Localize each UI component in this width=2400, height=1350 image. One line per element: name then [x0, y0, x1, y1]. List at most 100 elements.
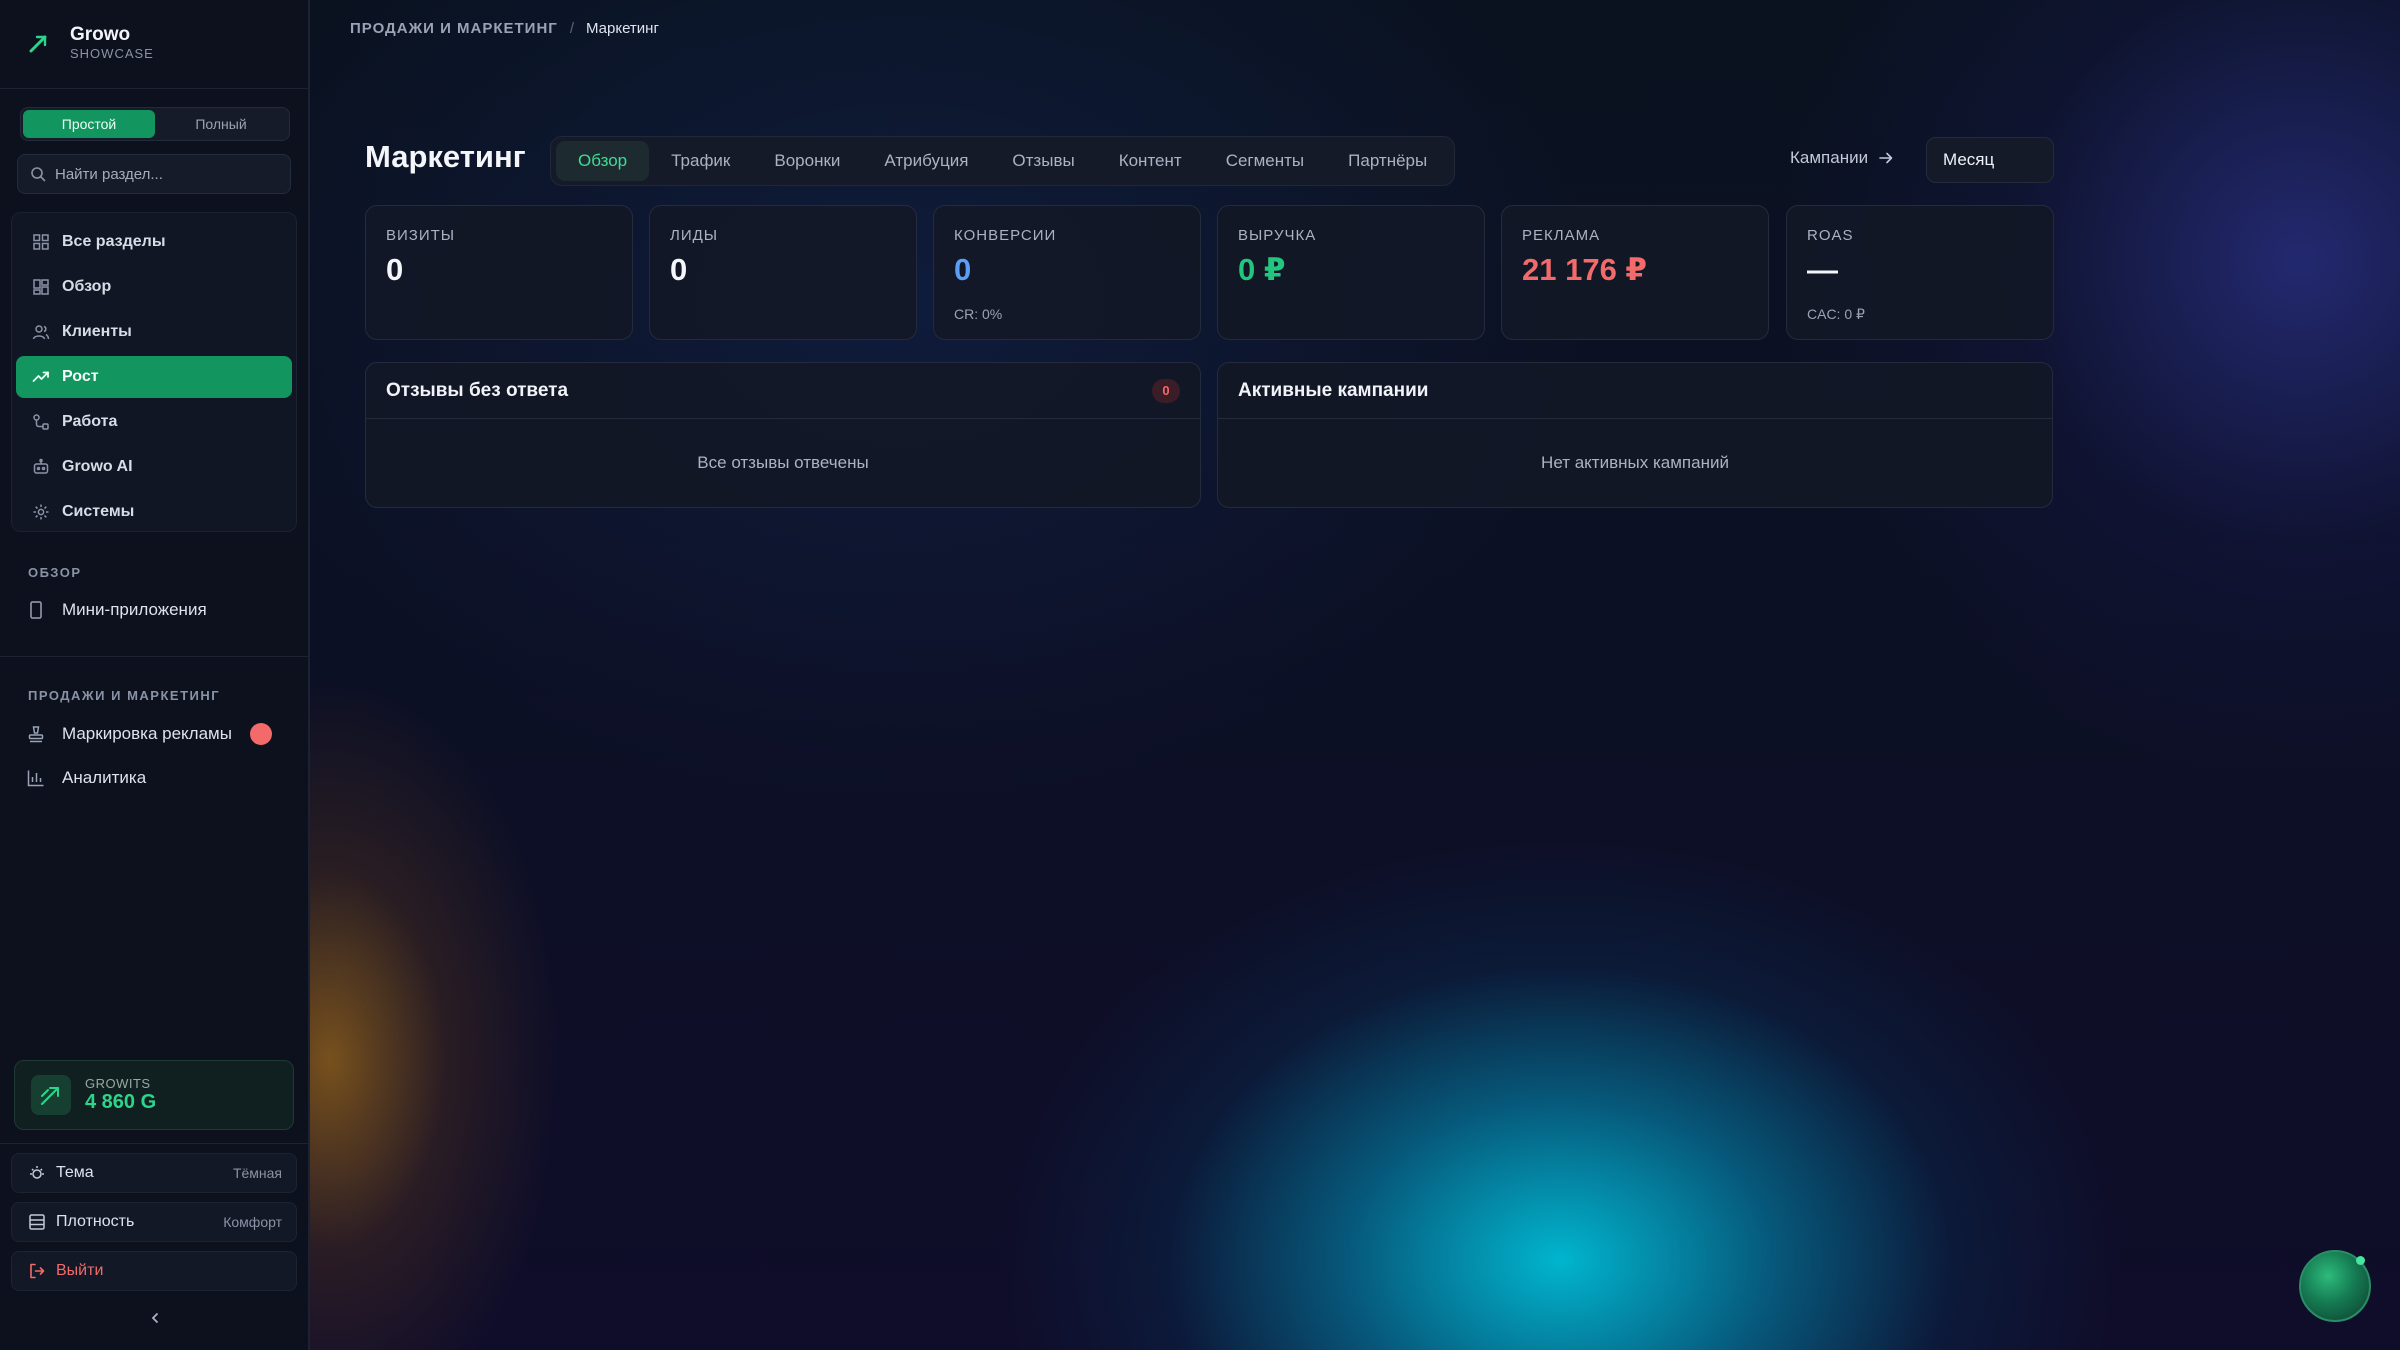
- kpi-label: РЕКЛАМА: [1522, 227, 1601, 244]
- theme-setting[interactable]: Тема Тёмная: [11, 1153, 297, 1193]
- kpi-subtext: CAC: 0 ₽: [1807, 306, 1865, 322]
- gear-icon: [32, 503, 50, 521]
- side-link-mini-apps[interactable]: Мини-приложения: [26, 600, 207, 620]
- tab-overview[interactable]: Обзор: [556, 141, 650, 181]
- kpi-value: —: [1807, 252, 1838, 287]
- breadcrumb-parent[interactable]: ПРОДАЖИ И МАРКЕТИНГ: [350, 20, 558, 37]
- breadcrumb-current: Маркетинг: [585, 20, 659, 37]
- tab-attribution[interactable]: Атрибуция: [862, 141, 990, 181]
- search-input[interactable]: [55, 165, 275, 183]
- assistant-orb-button[interactable]: [2299, 1250, 2371, 1322]
- panel-title: Активные кампании: [1238, 379, 1429, 401]
- nav-item-systems[interactable]: Системы: [16, 491, 292, 533]
- users-icon: [32, 323, 50, 341]
- divider: [0, 1143, 308, 1144]
- collapse-sidebar-button[interactable]: [140, 1306, 170, 1330]
- density-label: Плотность: [56, 1213, 135, 1230]
- side-link-label: Мини-приложения: [62, 600, 207, 619]
- logout-button[interactable]: Выйти: [11, 1251, 297, 1291]
- theme-icon: [28, 1164, 46, 1182]
- kpi-card-leads: ЛИДЫ 0: [649, 205, 917, 340]
- nav-item-work[interactable]: Работа: [16, 401, 292, 443]
- nav-item-growo-ai[interactable]: Growo AI: [16, 446, 292, 488]
- kpi-card-conversions: КОНВЕРСИИ 0 CR: 0%: [933, 205, 1201, 340]
- bot-icon: [32, 458, 50, 476]
- growits-label: GROWITS: [85, 1076, 151, 1091]
- panel-header: Активные кампании: [1218, 363, 2052, 419]
- growits-value: 4 860 G: [85, 1091, 157, 1113]
- background: [0, 0, 2400, 1350]
- tab-content[interactable]: Контент: [1097, 141, 1204, 181]
- smartphone-icon: [26, 600, 46, 620]
- trending-up-icon: [32, 368, 50, 386]
- section-overview-title: ОБЗОР: [28, 565, 82, 580]
- side-link-ad-marking[interactable]: Маркировка рекламы: [26, 723, 272, 745]
- kpi-label: ВЫРУЧКА: [1238, 227, 1317, 244]
- status-dot: [2356, 1256, 2365, 1265]
- nav-item-label: Обзор: [62, 278, 112, 295]
- campaigns-link-label: Кампании: [1790, 148, 1869, 167]
- nav-item-growth[interactable]: Рост: [16, 356, 292, 398]
- kpi-label: ВИЗИТЫ: [386, 227, 456, 244]
- breadcrumb: ПРОДАЖИ И МАРКЕТИНГ / Маркетинг: [350, 20, 659, 37]
- density-icon: [28, 1213, 46, 1231]
- mode-toggle: Простой Полный: [20, 107, 290, 141]
- dashboard-icon: [32, 278, 50, 296]
- kpi-card-roas: ROAS — CAC: 0 ₽: [1786, 205, 2054, 340]
- period-select[interactable]: Месяц: [1926, 137, 2054, 183]
- page-title: Маркетинг: [365, 139, 526, 174]
- kpi-value: 0: [954, 252, 972, 287]
- kpi-label: ЛИДЫ: [670, 227, 719, 244]
- density-setting[interactable]: Плотность Комфорт: [11, 1202, 297, 1242]
- theme-label: Тема: [56, 1164, 94, 1181]
- kpi-card-revenue: ВЫРУЧКА 0 ₽: [1217, 205, 1485, 340]
- breadcrumb-separator: /: [569, 20, 574, 37]
- count-badge: 0: [1152, 378, 1180, 403]
- brand-name: Growo: [70, 24, 131, 45]
- growits-balance[interactable]: GROWITS 4 860 G: [14, 1060, 294, 1130]
- sidebar: Growo SHOWCASE Простой Полный Все раздел…: [0, 0, 310, 1350]
- tab-segments[interactable]: Сегменты: [1204, 141, 1326, 181]
- notification-dot: [249, 723, 272, 745]
- kpi-label: ROAS: [1807, 227, 1854, 244]
- unanswered-reviews-panel: Отзывы без ответа 0 Все отзывы отвечены: [365, 362, 1201, 508]
- tab-funnels[interactable]: Воронки: [752, 141, 862, 181]
- nav-item-label: Все разделы: [62, 233, 166, 250]
- tab-traffic[interactable]: Трафик: [649, 141, 752, 181]
- nav-group: Все разделы Обзор Клиенты Рост Работа Gr…: [11, 212, 297, 532]
- empty-state: Нет активных кампаний: [1541, 453, 1729, 472]
- logout-label: Выйти: [56, 1262, 104, 1279]
- panel-header: Отзывы без ответа 0: [366, 363, 1200, 419]
- nav-item-overview[interactable]: Обзор: [16, 266, 292, 308]
- logout-icon: [28, 1262, 46, 1280]
- workflow-icon: [32, 413, 50, 431]
- bar-chart-icon: [26, 768, 46, 788]
- grid-icon: [32, 233, 50, 251]
- tab-reviews[interactable]: Отзывы: [990, 141, 1096, 181]
- kpi-value: 0: [670, 252, 688, 287]
- nav-item-label: Growo AI: [62, 458, 133, 475]
- nav-item-label: Клиенты: [62, 323, 132, 340]
- brand-subtitle: SHOWCASE: [70, 46, 154, 61]
- arrow-right-icon: [1879, 152, 1893, 164]
- kpi-subtext: CR: 0%: [954, 306, 1003, 322]
- growo-logo-icon: [29, 35, 47, 53]
- mode-full-button[interactable]: Полный: [155, 110, 287, 138]
- stamp-icon: [26, 724, 46, 744]
- kpi-label: КОНВЕРСИИ: [954, 227, 1057, 244]
- side-link-label: Аналитика: [62, 768, 147, 787]
- kpi-card-visits: ВИЗИТЫ 0: [365, 205, 633, 340]
- mode-simple-button[interactable]: Простой: [23, 110, 155, 138]
- kpi-value: 21 176 ₽: [1522, 252, 1647, 287]
- brand[interactable]: Growo SHOWCASE: [28, 24, 154, 62]
- nav-item-clients[interactable]: Клиенты: [16, 311, 292, 353]
- nav-item-all-sections[interactable]: Все разделы: [16, 221, 292, 263]
- side-link-label: Маркировка рекламы: [62, 724, 232, 743]
- campaigns-link[interactable]: Кампании: [1790, 148, 1894, 168]
- divider: [0, 88, 308, 89]
- nav-item-label: Рост: [62, 368, 99, 385]
- active-campaigns-panel: Активные кампании Нет активных кампаний: [1217, 362, 2053, 508]
- tab-partners[interactable]: Партнёры: [1326, 141, 1449, 181]
- side-link-analytics[interactable]: Аналитика: [26, 768, 146, 788]
- panel-title: Отзывы без ответа: [386, 379, 569, 401]
